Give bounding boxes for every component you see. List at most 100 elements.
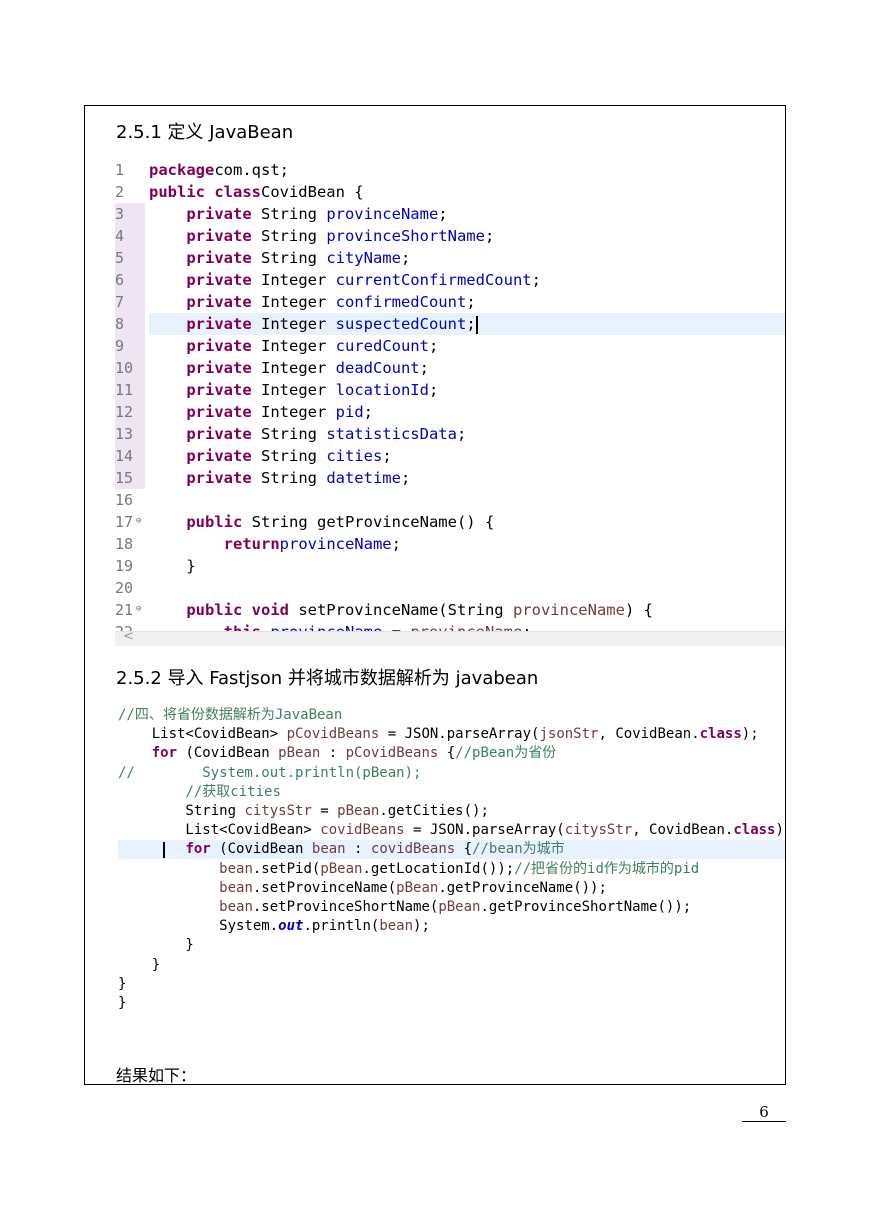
code-token: String [251, 447, 327, 465]
code-line[interactable]: bean.setPid(pBean.getLocationId());//把省份… [118, 860, 785, 879]
code-line[interactable] [149, 489, 785, 511]
code-token: provinceShortName [326, 227, 485, 245]
code-token: , CovidBean. [598, 726, 700, 743]
code-line[interactable]: String citysStr = pBean.getCities(); [118, 802, 785, 821]
code-token: Integer [251, 359, 336, 377]
code-line[interactable]: private String cities; [149, 445, 785, 467]
code-token: covidBeans [370, 841, 456, 858]
code-token: cityName [326, 249, 401, 267]
code-line[interactable]: packagecom.qst; [149, 159, 785, 181]
code-token: ; [428, 337, 439, 355]
code-token: List<CovidBean> [118, 726, 287, 743]
code-line[interactable]: } [118, 936, 785, 955]
code-token: } [118, 975, 127, 992]
code-token: String [251, 227, 327, 245]
code-line[interactable]: } [118, 956, 785, 975]
code-token: = JSON.parseArray( [404, 822, 565, 839]
code-token: private [186, 249, 252, 267]
code-token: ; [391, 535, 401, 553]
code-token: private [186, 227, 252, 245]
code-line[interactable]: private Integer locationId; [149, 379, 785, 401]
code-token: ; [466, 293, 476, 311]
code-line[interactable]: bean.setProvinceName(pBean.getProvinceNa… [118, 879, 785, 898]
code-token: String [251, 249, 327, 267]
code-token: ) { [624, 601, 653, 619]
fold-toggle-icon[interactable]: ⊖ [136, 511, 141, 531]
code-line[interactable]: for (CovidBean pBean : pCovidBeans {//pB… [118, 744, 785, 763]
line-number: 20 [115, 579, 134, 597]
code-line[interactable]: private String datetime; [149, 467, 785, 489]
result-text: 结果如下： [116, 1066, 197, 1085]
code-line[interactable]: private Integer currentConfirmedCount; [149, 269, 785, 291]
code-line[interactable]: returnprovinceName; [149, 533, 785, 555]
fold-toggle-icon[interactable]: ⊖ [136, 599, 141, 619]
code-token: ; [363, 403, 373, 421]
code-line[interactable]: //四、将省份数据解析为JavaBean [118, 706, 785, 725]
code-token: provinceName [326, 205, 439, 223]
code-token: public class [149, 183, 261, 201]
code-token: ; [419, 359, 429, 377]
line-number: 2 [115, 183, 125, 201]
code-line[interactable] [149, 577, 785, 599]
code-token: locationId [335, 381, 429, 399]
code-token: CovidBean { [260, 183, 364, 201]
code-token: ; [484, 227, 495, 245]
code-line[interactable]: private String statisticsData; [149, 423, 785, 445]
code-line[interactable]: } [149, 555, 785, 577]
code-line[interactable]: List<CovidBean> covidBeans = JSON.parseA… [118, 821, 785, 840]
code-line[interactable]: private Integer suspectedCount; [149, 313, 785, 335]
code-line[interactable]: public String getProvinceName() { [149, 511, 785, 533]
code-token: .println( [303, 918, 380, 935]
code-line[interactable]: private String provinceName; [149, 203, 785, 225]
code-line[interactable]: for (CovidBean bean : covidBeans {//bean… [118, 840, 785, 860]
code-line[interactable]: private String cityName; [149, 247, 785, 269]
code-line[interactable]: // System.out.println(pBean); [118, 764, 785, 783]
code-token: jsonStr [539, 726, 599, 743]
code-line[interactable]: private String provinceShortName; [149, 225, 785, 247]
code-line[interactable]: private Integer confirmedCount; [149, 291, 785, 313]
code-token: Integer [251, 381, 336, 399]
code-line[interactable]: } [118, 994, 785, 1013]
code-line[interactable]: //获取cities [118, 783, 785, 802]
code-line[interactable]: System.out.println(bean); [118, 917, 785, 936]
code-line[interactable]: private Integer deadCount; [149, 357, 785, 379]
line-number: 6 [115, 269, 145, 291]
fastjson-code-block: //四、将省份数据解析为JavaBean List<CovidBean> pCo… [118, 704, 785, 1014]
line-number: 18 [115, 535, 134, 553]
horizontal-scrollbar[interactable]: < [115, 629, 785, 646]
code-token: //pBean为省份 [455, 745, 557, 762]
line-number: 17 ⊖ [115, 511, 142, 531]
code-line[interactable]: public void setProvinceName(String provi… [149, 599, 785, 621]
code-token: out [278, 918, 304, 935]
code-token: covidBeans [320, 822, 405, 839]
code-token: public void [186, 601, 289, 619]
code-line[interactable]: List<CovidBean> pCovidBeans = JSON.parse… [118, 725, 785, 744]
code-token: class [699, 726, 742, 743]
code-line[interactable]: bean.setProvinceShortName(pBean.getProvi… [118, 898, 785, 917]
scroll-left-arrow-icon[interactable]: < [123, 629, 134, 644]
code-token: citysStr [244, 803, 312, 819]
code-line[interactable]: public classCovidBean { [149, 181, 785, 203]
code-line[interactable]: private Integer pid; [149, 401, 785, 423]
code-token: ; [400, 249, 411, 267]
code-token: Integer [251, 337, 336, 355]
code-line[interactable]: private Integer curedCount; [149, 335, 785, 357]
line-number: 4 [115, 225, 145, 247]
code-line[interactable]: } [118, 975, 785, 994]
code-token: (CovidBean [210, 841, 312, 858]
code-token: confirmedCount [335, 293, 467, 311]
code-token: } [118, 937, 194, 954]
code-token: parseArray [446, 726, 532, 743]
code-token: pid [335, 403, 364, 421]
